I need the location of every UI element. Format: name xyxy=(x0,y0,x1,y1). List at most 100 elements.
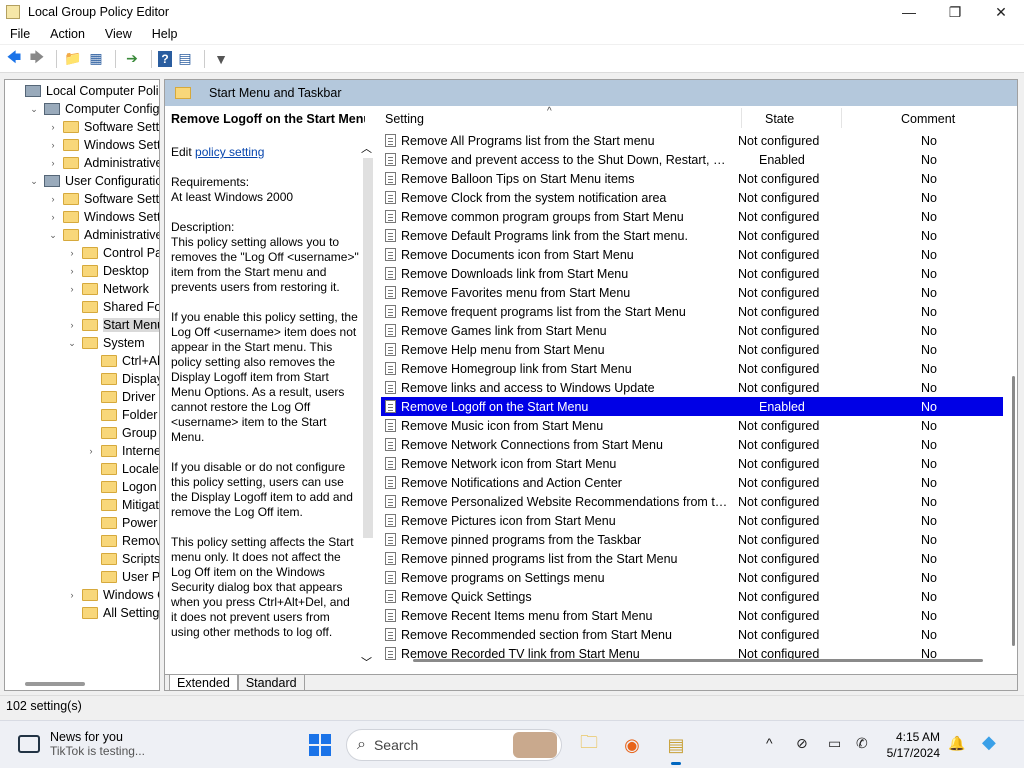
expand-chevron-icon[interactable]: › xyxy=(66,320,78,330)
scroll-down-icon[interactable]: ﹀ xyxy=(361,654,372,670)
setting-row[interactable]: Remove Homegroup link from Start Menu Not… xyxy=(381,359,1003,378)
tree-item[interactable]: Mitigation xyxy=(85,496,159,514)
tab-extended[interactable]: Extended xyxy=(169,675,238,690)
setting-row[interactable]: Remove Games link from Start Menu Not con… xyxy=(381,321,1003,340)
export-list-icon[interactable]: ➔ xyxy=(122,49,142,69)
tree-item[interactable]: ⌄ Administrative Te xyxy=(47,226,159,244)
column-comment[interactable]: Comment xyxy=(901,112,955,126)
console-tree[interactable]: Local Computer Policy ⌄ Computer Configura… xyxy=(4,79,160,691)
tree-item[interactable]: Scripts xyxy=(85,550,159,568)
description-scrollbar[interactable]: ︿ ﹀ xyxy=(361,140,375,670)
menu-action[interactable]: Action xyxy=(40,27,95,41)
expand-chevron-icon[interactable]: › xyxy=(66,284,78,294)
expand-chevron-icon[interactable]: › xyxy=(66,266,78,276)
setting-row[interactable]: Remove Help menu from Start Menu Not conf… xyxy=(381,340,1003,359)
network-icon[interactable]: ⊘ xyxy=(796,735,808,752)
expand-chevron-icon[interactable]: ⌄ xyxy=(28,104,40,115)
notification-bell-icon[interactable]: 🔔 xyxy=(948,735,965,752)
setting-row[interactable]: Remove programs on Settings menu Not conf… xyxy=(381,568,1003,587)
setting-row[interactable]: Remove Recent Items menu from Start Menu… xyxy=(381,606,1003,625)
back-arrow-icon[interactable]: 🡄 xyxy=(4,49,24,69)
close-button[interactable]: ✕ xyxy=(978,0,1024,24)
filter-icon[interactable]: ▼ xyxy=(211,49,231,69)
column-state[interactable]: State xyxy=(765,112,794,126)
expand-chevron-icon[interactable]: ⌄ xyxy=(47,230,59,241)
properties-icon[interactable]: ▤ xyxy=(175,49,195,69)
tree-item[interactable]: › Windows Setting xyxy=(47,136,160,154)
setting-row[interactable]: Remove frequent programs list from the S… xyxy=(381,302,1003,321)
setting-row[interactable]: Remove Favorites menu from Start Menu Not… xyxy=(381,283,1003,302)
list-vertical-scrollbar[interactable] xyxy=(1012,376,1015,646)
copilot-icon[interactable]: ◆ xyxy=(982,732,996,753)
setting-row[interactable]: Remove Documents icon from Start Menu Not… xyxy=(381,245,1003,264)
setting-row[interactable]: Remove Balloon Tips on Start Menu items N… xyxy=(381,169,1003,188)
firefox-icon[interactable]: ◉ xyxy=(618,731,646,759)
tree-item[interactable]: ⌄ Computer Configura xyxy=(28,100,159,118)
setting-row[interactable]: Remove Network icon from Start Menu Not c… xyxy=(381,454,1003,473)
minimize-button[interactable]: — xyxy=(886,0,932,24)
tree-item[interactable]: User Profi xyxy=(85,568,159,586)
notepad-icon[interactable]: ▤ xyxy=(662,731,690,765)
tree-item[interactable]: Local Computer Policy xyxy=(9,82,159,100)
setting-row[interactable]: Remove Downloads link from Start Menu Not… xyxy=(381,264,1003,283)
setting-row[interactable]: Remove Default Programs link from the St… xyxy=(381,226,1003,245)
tree-item[interactable]: Removabl xyxy=(85,532,159,550)
tree-item[interactable]: › Desktop xyxy=(66,262,149,280)
tree-item[interactable]: Locale Ser xyxy=(85,460,159,478)
tree-item[interactable]: Shared Folder xyxy=(66,298,159,316)
expand-chevron-icon[interactable]: › xyxy=(47,122,59,132)
tree-item[interactable]: › Windows Setting xyxy=(47,208,160,226)
news-widget[interactable]: News for you TikTok is testing... xyxy=(18,730,145,758)
expand-chevron-icon[interactable]: › xyxy=(47,212,59,222)
tree-item[interactable]: Display xyxy=(85,370,159,388)
tree-item[interactable]: › Software Settings xyxy=(47,190,160,208)
tree-item[interactable]: Logon xyxy=(85,478,157,496)
setting-row[interactable]: Remove Recommended section from Start Me… xyxy=(381,625,1003,644)
tree-horizontal-scrollbar[interactable] xyxy=(25,682,85,686)
help-icon[interactable]: ? xyxy=(158,50,172,67)
setting-row[interactable]: Remove Pictures icon from Start Menu Not … xyxy=(381,511,1003,530)
tree-item[interactable]: › Windows Cor xyxy=(66,586,160,604)
menu-help[interactable]: Help xyxy=(142,27,188,41)
setting-row[interactable]: Remove Clock from the system notificatio… xyxy=(381,188,1003,207)
menu-file[interactable]: File xyxy=(0,27,40,41)
column-divider[interactable] xyxy=(841,108,842,128)
tree-item[interactable]: › Control Panel xyxy=(66,244,160,262)
tree-item[interactable]: Folder Red xyxy=(85,406,159,424)
show-hidden-icons-chevron-icon[interactable]: ^ xyxy=(766,735,773,751)
setting-row[interactable]: Remove pinned programs list from the Sta… xyxy=(381,549,1003,568)
list-horizontal-scrollbar[interactable] xyxy=(413,659,983,662)
expand-chevron-icon[interactable]: › xyxy=(47,194,59,204)
expand-chevron-icon[interactable]: › xyxy=(85,446,97,456)
tree-item[interactable]: ⌄ System xyxy=(66,334,144,352)
expand-chevron-icon[interactable]: ⌄ xyxy=(66,338,78,349)
setting-row[interactable]: Remove Music icon from Start Menu Not con… xyxy=(381,416,1003,435)
setting-row[interactable]: Remove links and access to Windows Updat… xyxy=(381,378,1003,397)
tree-item[interactable]: Driver Inst xyxy=(85,388,159,406)
expand-chevron-icon[interactable]: › xyxy=(47,140,59,150)
setting-row[interactable]: Remove Notifications and Action Center No… xyxy=(381,473,1003,492)
show-hide-tree-icon[interactable]: ▦ xyxy=(86,49,106,69)
expand-chevron-icon[interactable]: › xyxy=(47,158,59,168)
setting-row[interactable]: Remove Quick Settings Not configured No xyxy=(381,587,1003,606)
focus-assist-icon[interactable]: ✆ xyxy=(856,735,868,752)
menu-view[interactable]: View xyxy=(95,27,142,41)
tree-item[interactable]: All Settings xyxy=(66,604,159,622)
tree-item[interactable]: Ctrl+Alt+I xyxy=(85,352,159,370)
tree-item[interactable]: › Software Settings xyxy=(47,118,160,136)
setting-row[interactable]: Remove Personalized Website Recommendati… xyxy=(381,492,1003,511)
tree-item[interactable]: Power Ma xyxy=(85,514,159,532)
file-explorer-icon[interactable]: 🗀 xyxy=(575,731,603,759)
up-folder-icon[interactable]: 📁 xyxy=(63,49,83,69)
scroll-up-icon[interactable]: ︿ xyxy=(361,140,372,156)
display-icon[interactable]: ▭ xyxy=(828,735,841,752)
forward-arrow-icon[interactable]: 🡆 xyxy=(27,49,47,69)
setting-row[interactable]: Remove common program groups from Start … xyxy=(381,207,1003,226)
expand-chevron-icon[interactable]: › xyxy=(66,590,78,600)
column-setting[interactable]: Setting xyxy=(385,112,424,126)
expand-chevron-icon[interactable]: › xyxy=(66,248,78,258)
setting-row[interactable]: Remove pinned programs from the Taskbar N… xyxy=(381,530,1003,549)
expand-chevron-icon[interactable]: ⌄ xyxy=(28,176,40,187)
tree-item[interactable]: › Network xyxy=(66,280,149,298)
scroll-thumb[interactable] xyxy=(363,158,373,538)
